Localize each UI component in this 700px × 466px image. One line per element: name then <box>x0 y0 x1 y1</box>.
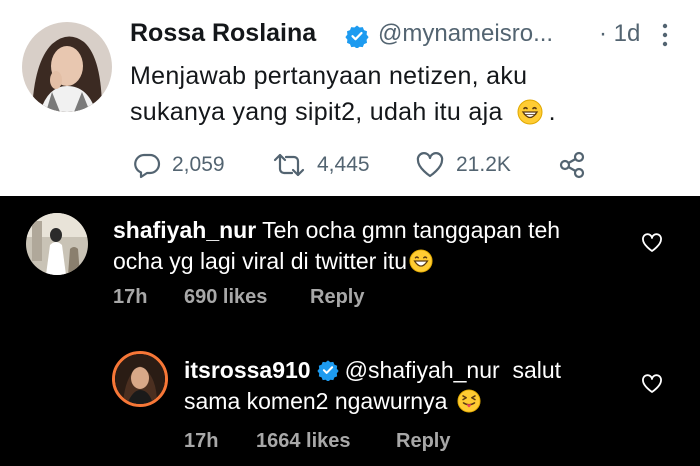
comment-1-text-1: Teh ocha gmn tanggapan teh <box>262 217 561 243</box>
comment-2-mention[interactable]: @shafiyah_nur <box>345 357 500 383</box>
squinting-tongue-emoji-icon <box>457 389 481 419</box>
display-name[interactable]: Rossa Roslaina <box>130 19 316 48</box>
reply-count: 2,059 <box>172 153 225 176</box>
tweet-card: Rossa Roslaina @mynameisro... · 1d Menja… <box>0 0 700 196</box>
commenter-avatar-photo <box>26 213 88 275</box>
grinning-face-emoji-icon <box>517 99 543 135</box>
comment-2-line2: sama komen2 ngawurnya <box>184 388 481 419</box>
comment-2-like-icon[interactable] <box>641 374 663 394</box>
comment-1-line2: ocha yg lagi viral di twitter itu <box>113 248 433 279</box>
like-count: 21.2K <box>456 153 511 176</box>
reply-icon <box>134 153 161 179</box>
profile-avatar[interactable] <box>22 22 112 112</box>
replier-avatar[interactable] <box>112 351 168 407</box>
replier-avatar-photo <box>115 354 165 404</box>
comment-1-username[interactable]: shafiyah_nur <box>113 217 256 243</box>
like-action[interactable]: 21.2K <box>415 150 511 180</box>
avatar-photo <box>22 22 112 112</box>
user-handle[interactable]: @mynameisro... <box>378 20 553 48</box>
heart-icon <box>416 152 444 178</box>
comment-1-likes[interactable]: 690 likes <box>184 286 267 309</box>
more-options-icon[interactable] <box>661 22 669 48</box>
comment-1-text-2: ocha yg lagi viral di twitter itu <box>113 248 408 274</box>
comment-1-time: 17h <box>113 286 148 308</box>
retweet-action[interactable]: 4,445 <box>272 150 370 180</box>
comment-2-text-2: sama komen2 ngawurnya <box>184 388 448 414</box>
comment-1-line1: shafiyah_nur Teh ocha gmn tanggapan teh <box>113 217 560 244</box>
tweet-timestamp[interactable]: · 1d <box>599 20 640 48</box>
comment-2-likes[interactable]: 1664 likes <box>256 430 351 453</box>
retweet-icon <box>273 153 305 177</box>
verified-badge-icon <box>345 25 369 48</box>
tweet-text-line2-wrap: sukanya yang sipit2, udah itu aja . <box>130 94 660 135</box>
comment-2-text-1: salut <box>512 357 562 383</box>
tweet-text-line2: sukanya yang sipit2, udah itu aja <box>130 98 503 126</box>
tweet-text: Menjawab pertanyaan netizen, aku sukanya… <box>130 58 660 135</box>
reply-action[interactable]: 2,059 <box>133 150 225 180</box>
tweet-text-line1: Menjawab pertanyaan netizen, aku <box>130 62 528 90</box>
verified-badge-icon <box>316 360 339 382</box>
grinning-face-emoji-icon <box>409 249 433 279</box>
commenter-avatar[interactable] <box>26 213 88 275</box>
comment-2-username[interactable]: itsrossa910 <box>184 357 311 383</box>
comment-1-like-icon[interactable] <box>641 233 663 253</box>
share-action[interactable] <box>557 150 587 180</box>
comment-2-line1: itsrossa910 @shafiyah_nur salut <box>184 357 561 384</box>
comment-2-reply-button[interactable]: Reply <box>396 430 450 453</box>
retweet-count: 4,445 <box>317 153 370 176</box>
comment-1-reply-button[interactable]: Reply <box>310 286 364 309</box>
comment-2-time: 17h <box>184 430 219 452</box>
tweet-text-end: . <box>548 98 556 126</box>
share-icon <box>559 151 585 179</box>
